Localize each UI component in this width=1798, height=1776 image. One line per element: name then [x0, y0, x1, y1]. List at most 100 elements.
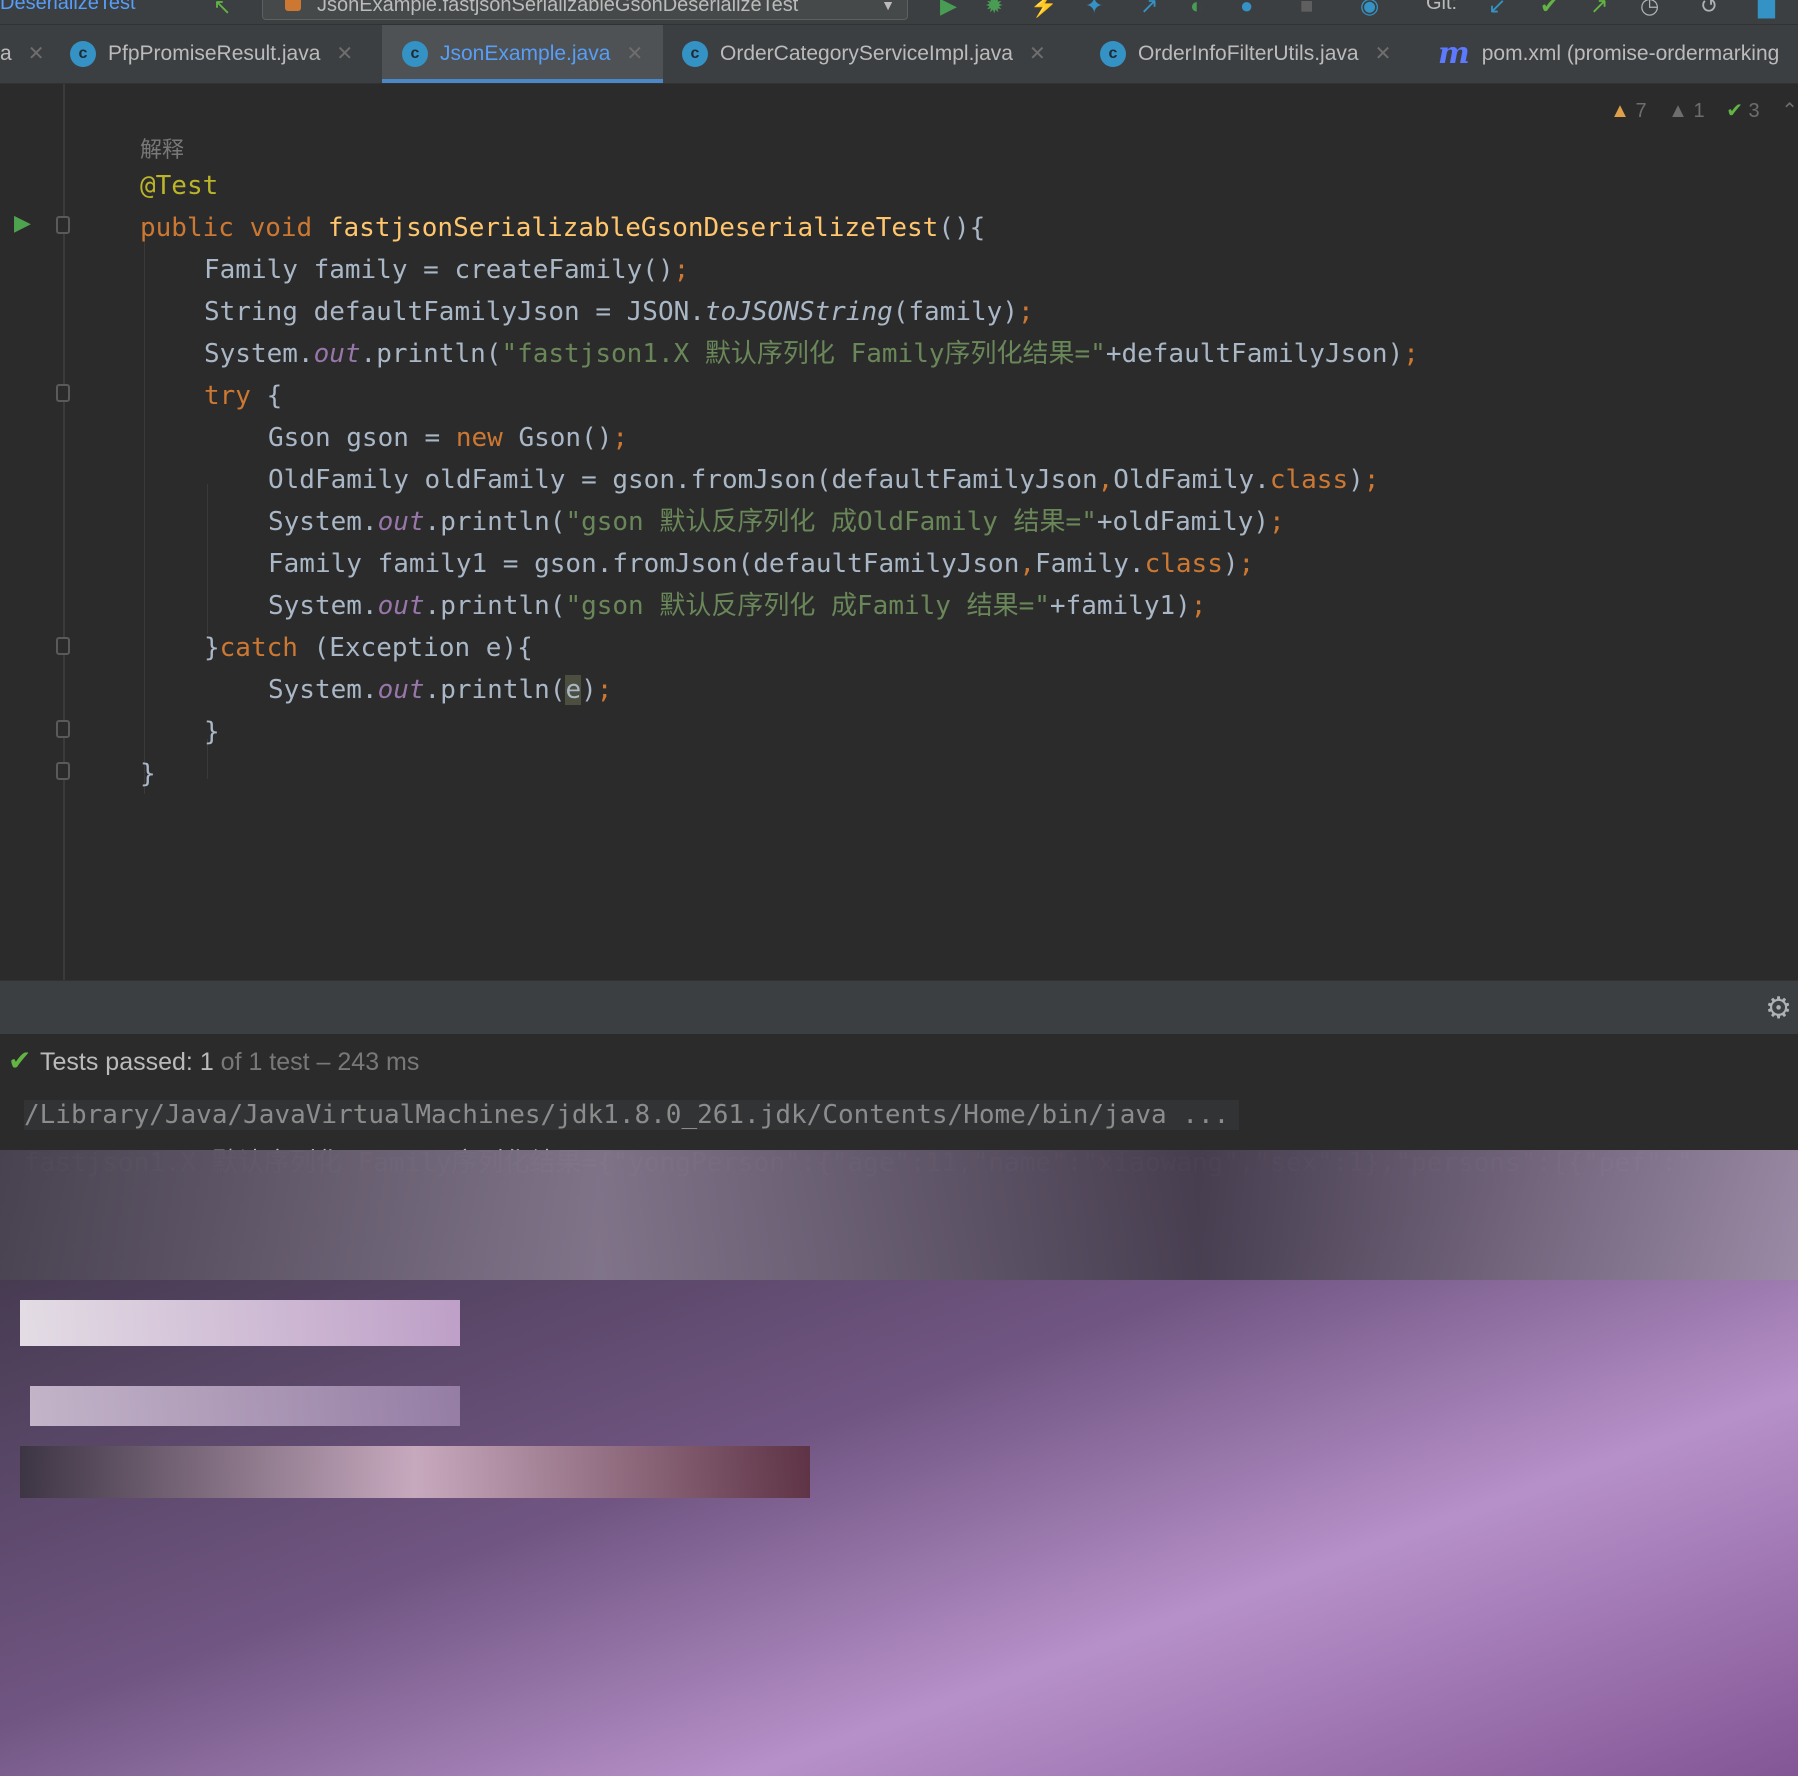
comma: ,: [1097, 465, 1114, 495]
class-icon: c: [1100, 41, 1126, 68]
weak-warning-icon: ▲: [1668, 100, 1688, 122]
tab-orderinfofilterutils[interactable]: c OrderInfoFilterUtils.java ✕: [1100, 25, 1391, 83]
status-count: 1: [199, 1048, 214, 1076]
run-test-gutter-icon[interactable]: ▶: [14, 210, 31, 236]
fold-marker-icon[interactable]: [56, 216, 70, 234]
code-line: String defaultFamilyJson = JSON.toJSONSt…: [204, 291, 1034, 333]
run-tests-icon[interactable]: ◐: [1190, 0, 1203, 20]
code-line: OldFamily oldFamily = gson.fromJson(defa…: [268, 459, 1379, 501]
annotation: @Test: [140, 171, 219, 201]
semicolon: ;: [1363, 465, 1380, 495]
static-field: out: [377, 507, 425, 537]
run-configuration-selector[interactable]: JsonExample.fastjsonSerializableGsonDese…: [262, 0, 908, 20]
code-text: Gson gson =: [268, 423, 456, 453]
obscured-band: [0, 1150, 1798, 1280]
back-arrow-icon[interactable]: ↖: [213, 0, 231, 20]
close-icon[interactable]: ✕: [336, 43, 353, 65]
fold-marker-icon[interactable]: [56, 720, 70, 738]
code-text: System.: [268, 675, 378, 705]
code-text: ): [581, 675, 597, 705]
keyword: public: [140, 213, 234, 243]
code-text: }: [204, 633, 220, 663]
code-line: System.out.println("gson 默认反序列化 成OldFami…: [268, 501, 1285, 543]
code-text: ): [1222, 549, 1239, 579]
status-prefix: Tests passed:: [40, 1048, 200, 1076]
run-config-icon: [285, 0, 301, 11]
attach-icon[interactable]: ↗: [1140, 0, 1158, 20]
semicolon: ;: [673, 255, 690, 285]
typo-count: 3: [1748, 100, 1760, 122]
code-hint-line: 解释: [140, 128, 184, 170]
close-icon[interactable]: ✕: [1375, 43, 1392, 65]
semicolon: ;: [1190, 591, 1207, 621]
profiler-icon[interactable]: ✦: [1085, 0, 1103, 20]
tab-pfppromiseresult[interactable]: c PfpPromiseResult.java ✕: [70, 25, 353, 83]
git-label: Git:: [1426, 0, 1458, 14]
code-text: (){: [938, 213, 986, 243]
console-java-path[interactable]: /Library/Java/JavaVirtualMachines/jdk1.8…: [24, 1100, 1240, 1130]
tab-a[interactable]: a ✕: [0, 25, 44, 83]
run-config-label: JsonExample.fastjsonSerializableGsonDese…: [317, 0, 799, 16]
static-field: out: [313, 339, 361, 369]
debug-icon[interactable]: ✹: [985, 0, 1003, 20]
tab-jsonexample[interactable]: c JsonExample.java ✕: [382, 25, 664, 83]
git-update-icon[interactable]: ↙: [1488, 0, 1506, 20]
code-text: {: [250, 381, 283, 411]
search-everywhere-icon[interactable]: ◉: [1360, 0, 1379, 20]
obscured-band: [20, 1300, 460, 1346]
tab-label: pom.xml (promise-ordermarking: [1481, 42, 1780, 65]
code-editor[interactable]: ▲ 7 ▲ 1 ✔ 3 ⌃ ▶ 解释 @Test public void fas…: [0, 84, 1798, 980]
keyword: try: [204, 381, 251, 411]
fold-marker-icon[interactable]: [56, 762, 70, 780]
git-commit-icon[interactable]: ✔: [1540, 0, 1558, 20]
test-status-bar: ✔ Tests passed: 1 of 1 test – 243 ms: [0, 1034, 1798, 1093]
explain-hint[interactable]: 解释: [140, 137, 184, 162]
code-line: }: [140, 753, 156, 795]
git-push-icon[interactable]: ↗: [1590, 0, 1608, 20]
chevron-up-icon[interactable]: ⌃: [1781, 100, 1798, 122]
code-text: .println(: [424, 591, 566, 621]
semicolon: ;: [612, 423, 629, 453]
test-status-text: Tests passed: 1 of 1 test – 243 ms: [40, 1048, 419, 1077]
string-literal: "gson 默认反序列化 成Family 结果=": [565, 591, 1050, 621]
tab-label: a: [0, 42, 12, 65]
history-icon[interactable]: ◷: [1640, 0, 1659, 20]
breadcrumb[interactable]: DeserializeTest: [0, 0, 136, 15]
inspection-widget[interactable]: ▲ 7 ▲ 1 ✔ 3 ⌃: [1610, 98, 1798, 123]
keyword: new: [455, 423, 503, 453]
layout-icon[interactable]: ▆: [1758, 0, 1775, 20]
code-text: (family): [892, 297, 1018, 327]
code-text: System.: [268, 507, 378, 537]
fold-marker-icon[interactable]: [56, 384, 70, 402]
obscured-band: [30, 1386, 460, 1426]
code-text: (Exception e){: [297, 633, 533, 663]
coverage-icon[interactable]: ⚡: [1030, 0, 1057, 20]
tab-label: OrderInfoFilterUtils.java: [1138, 42, 1359, 65]
close-icon[interactable]: ✕: [1029, 43, 1046, 65]
code-line: }: [204, 711, 220, 753]
maven-icon: m: [1438, 36, 1470, 72]
fold-marker-icon[interactable]: [56, 637, 70, 655]
close-icon[interactable]: ✕: [28, 43, 45, 65]
code-text: .println(: [424, 507, 566, 537]
indent-guide: [144, 234, 145, 794]
semicolon: ;: [1238, 549, 1255, 579]
tab-pom-xml[interactable]: m pom.xml (promise-ordermarking: [1438, 25, 1779, 83]
code-text: +oldFamily): [1096, 507, 1270, 537]
stop-icon[interactable]: ■: [1300, 0, 1313, 20]
tab-label: PfpPromiseResult.java: [108, 42, 321, 65]
code-line: System.out.println("fastjson1.X 默认序列化 Fa…: [204, 333, 1419, 375]
code-text: Family.: [1035, 549, 1145, 579]
typo-check-icon: ✔: [1726, 100, 1743, 122]
tab-ordercategoryserviceimpl[interactable]: c OrderCategoryServiceImpl.java ✕: [682, 25, 1046, 83]
code-line: System.out.println("gson 默认反序列化 成Family …: [268, 585, 1206, 627]
run-panel-header: ⚙: [0, 980, 1798, 1035]
rollback-icon[interactable]: ↺: [1700, 0, 1718, 20]
build-icon[interactable]: ●: [1240, 0, 1253, 20]
tests-passed-check-icon: ✔: [8, 1045, 32, 1076]
caret-variable[interactable]: e: [565, 675, 582, 705]
code-text: +family1): [1049, 591, 1191, 621]
gear-icon[interactable]: ⚙: [1765, 991, 1792, 1026]
run-icon[interactable]: ▶: [940, 0, 957, 20]
close-icon[interactable]: ✕: [626, 43, 643, 65]
